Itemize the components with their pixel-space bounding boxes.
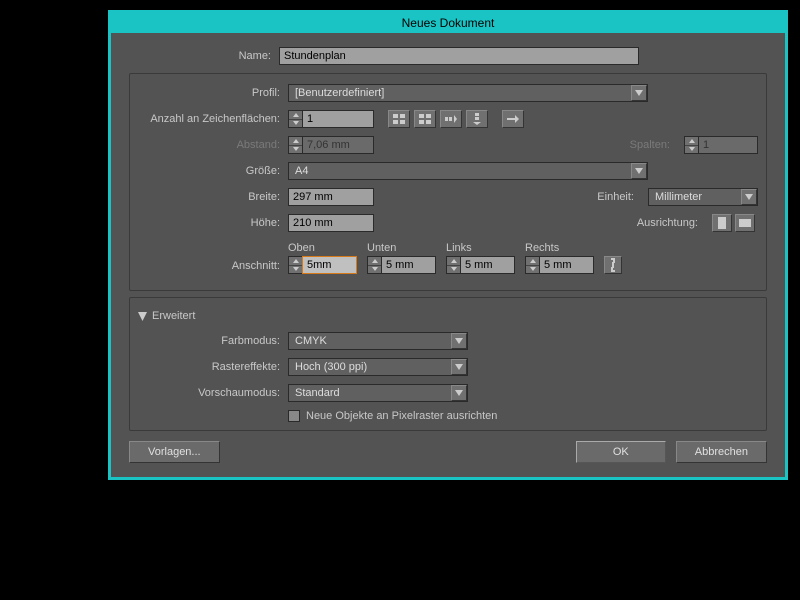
name-input[interactable] [279,47,639,65]
width-input[interactable] [288,188,374,206]
label-orientation: Ausrichtung: [637,217,706,229]
label-size: Größe: [138,165,288,177]
landscape-button[interactable] [735,214,755,232]
label-profile: Profil: [138,87,288,99]
advanced-disclosure[interactable]: Erweitert [138,310,758,322]
label-bleed: Anschnitt: [138,260,288,274]
label-columns: Spalten: [630,139,678,151]
label-bottom: Unten [367,242,436,254]
grid-by-row-icon[interactable] [388,110,410,128]
label-artboards: Anzahl an Zeichenflächen: [138,113,288,125]
chevron-down-icon [741,189,757,205]
size-select[interactable]: A4 [288,162,648,180]
columns-spinner [684,136,758,154]
label-top: Oben [288,242,357,254]
new-document-dialog: Neues Dokument Name: Profil: [Benutzerde… [108,10,788,480]
templates-button[interactable]: Vorlagen... [129,441,220,463]
arrange-rtl-icon[interactable] [502,110,524,128]
bleed-top-spinner[interactable] [288,256,357,274]
chevron-down-icon [451,359,467,375]
artboards-spinner[interactable] [288,110,374,128]
label-width: Breite: [138,191,288,203]
grid-by-col-icon[interactable] [414,110,436,128]
arrange-row-icon[interactable] [440,110,462,128]
label-name: Name: [129,50,279,62]
chevron-down-icon [451,333,467,349]
rastereffects-select[interactable]: Hoch (300 ppi) [288,358,468,376]
colormode-select[interactable]: CMYK [288,332,468,350]
height-input[interactable] [288,214,374,232]
chevron-down-icon [451,385,467,401]
chevron-down-icon [631,163,647,179]
label-right: Rechts [525,242,594,254]
label-colormode: Farbmodus: [138,335,288,347]
link-bleed-icon[interactable] [604,256,622,274]
cancel-button[interactable]: Abbrechen [676,441,767,463]
label-previewmode: Vorschaumodus: [138,387,288,399]
chevron-down-icon [631,85,647,101]
label-height: Höhe: [138,217,288,229]
pixel-align-checkbox[interactable] [288,410,300,422]
label-rastereffects: Rastereffekte: [138,361,288,373]
bleed-bottom-spinner[interactable] [367,256,436,274]
units-select[interactable]: Millimeter [648,188,758,206]
dialog-title: Neues Dokument [111,13,785,33]
previewmode-select[interactable]: Standard [288,384,468,402]
label-spacing: Abstand: [138,139,288,151]
spacing-spinner [288,136,374,154]
pixel-align-label: Neue Objekte an Pixelraster ausrichten [306,410,497,422]
ok-button[interactable]: OK [576,441,666,463]
bleed-right-spinner[interactable] [525,256,594,274]
arrange-col-icon[interactable] [466,110,488,128]
profile-select[interactable]: [Benutzerdefiniert] [288,84,648,102]
label-units: Einheit: [597,191,642,203]
portrait-button[interactable] [712,214,732,232]
label-left: Links [446,242,515,254]
bleed-left-spinner[interactable] [446,256,515,274]
